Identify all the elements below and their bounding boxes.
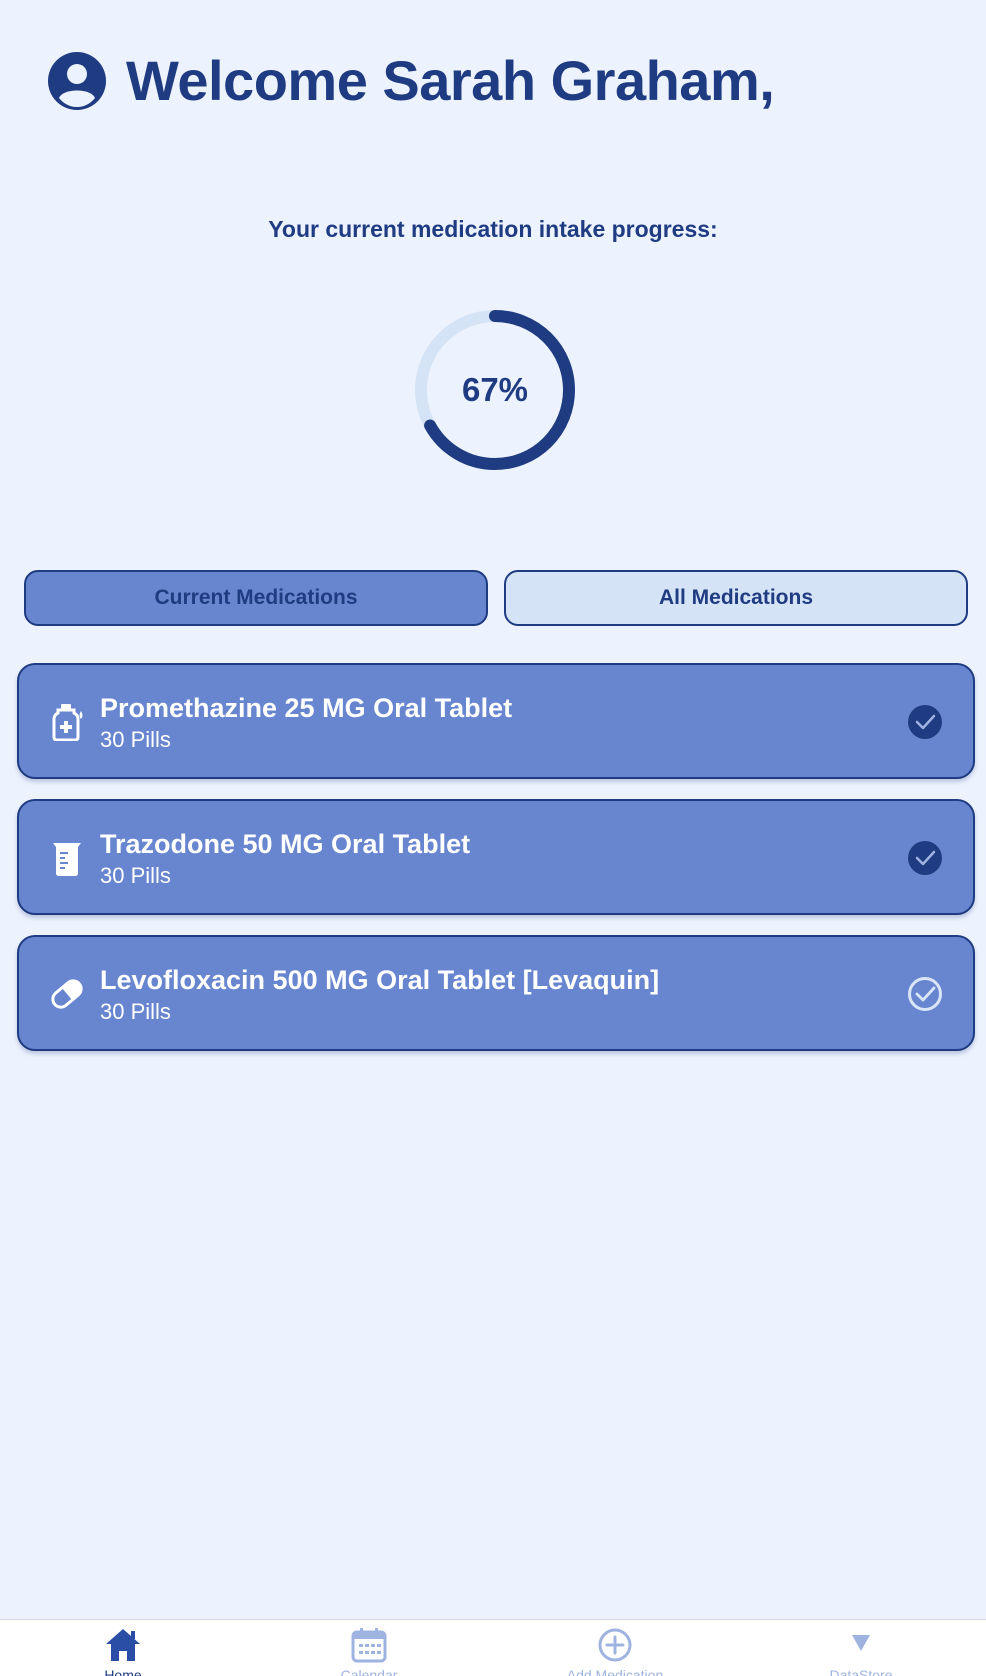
- medication-count: 30 Pills: [100, 727, 171, 752]
- nav-home[interactable]: Home: [0, 1620, 246, 1676]
- medication-count: 30 Pills: [100, 999, 171, 1024]
- check-circle-filled-icon[interactable]: [907, 704, 943, 740]
- nav-calendar-label: Calendar: [340, 1667, 398, 1676]
- tab-all-medications[interactable]: All Medications: [504, 570, 968, 626]
- nav-datastore[interactable]: DataStore: [738, 1620, 984, 1676]
- nav-add-medication[interactable]: Add Medication: [492, 1620, 738, 1676]
- user-circle-icon[interactable]: [48, 51, 106, 110]
- home-screen: Welcome Sarah Graham, Your current medic…: [0, 0, 986, 1676]
- bottom-navigation: Home Calendar Add Medication DataStore: [0, 1619, 986, 1676]
- nav-calendar[interactable]: Calendar: [246, 1620, 492, 1676]
- pill-capsule-icon: [51, 979, 83, 1009]
- medication-name: Trazodone 50 MG Oral Tablet: [100, 829, 471, 859]
- medicine-bottle-icon: [52, 704, 83, 741]
- medication-count: 30 Pills: [100, 863, 171, 888]
- add-circle-icon: [598, 1628, 632, 1662]
- medicine-cup-icon: [53, 843, 81, 876]
- medication-card[interactable]: Levofloxacin 500 MG Oral Tablet [Levaqui…: [17, 935, 975, 1051]
- medication-tabs: Current Medications All Medications: [24, 570, 968, 626]
- header: Welcome Sarah Graham,: [48, 48, 775, 113]
- nav-add-medication-label: Add Medication: [566, 1667, 664, 1676]
- progress-label: Your current medication intake progress:: [268, 216, 718, 242]
- medication-card[interactable]: Promethazine 25 MG Oral Tablet 30 Pills: [17, 663, 975, 779]
- calendar-icon: [351, 1628, 387, 1663]
- progress-ring: 67%: [413, 308, 577, 472]
- triangle-down-icon: [852, 1635, 870, 1651]
- nav-home-label: Home: [104, 1667, 142, 1676]
- welcome-title: Welcome Sarah Graham,: [126, 49, 775, 112]
- medication-name: Levofloxacin 500 MG Oral Tablet [Levaqui…: [100, 965, 660, 995]
- tab-current-medications[interactable]: Current Medications: [24, 570, 488, 626]
- home-icon: [106, 1629, 140, 1661]
- check-circle-filled-icon[interactable]: [907, 840, 943, 876]
- medication-name: Promethazine 25 MG Oral Tablet: [100, 693, 513, 723]
- nav-datastore-label: DataStore: [829, 1667, 893, 1676]
- check-circle-outline-icon[interactable]: [907, 976, 943, 1012]
- medication-card[interactable]: Trazodone 50 MG Oral Tablet 30 Pills: [17, 799, 975, 915]
- progress-percent: 67%: [461, 371, 529, 408]
